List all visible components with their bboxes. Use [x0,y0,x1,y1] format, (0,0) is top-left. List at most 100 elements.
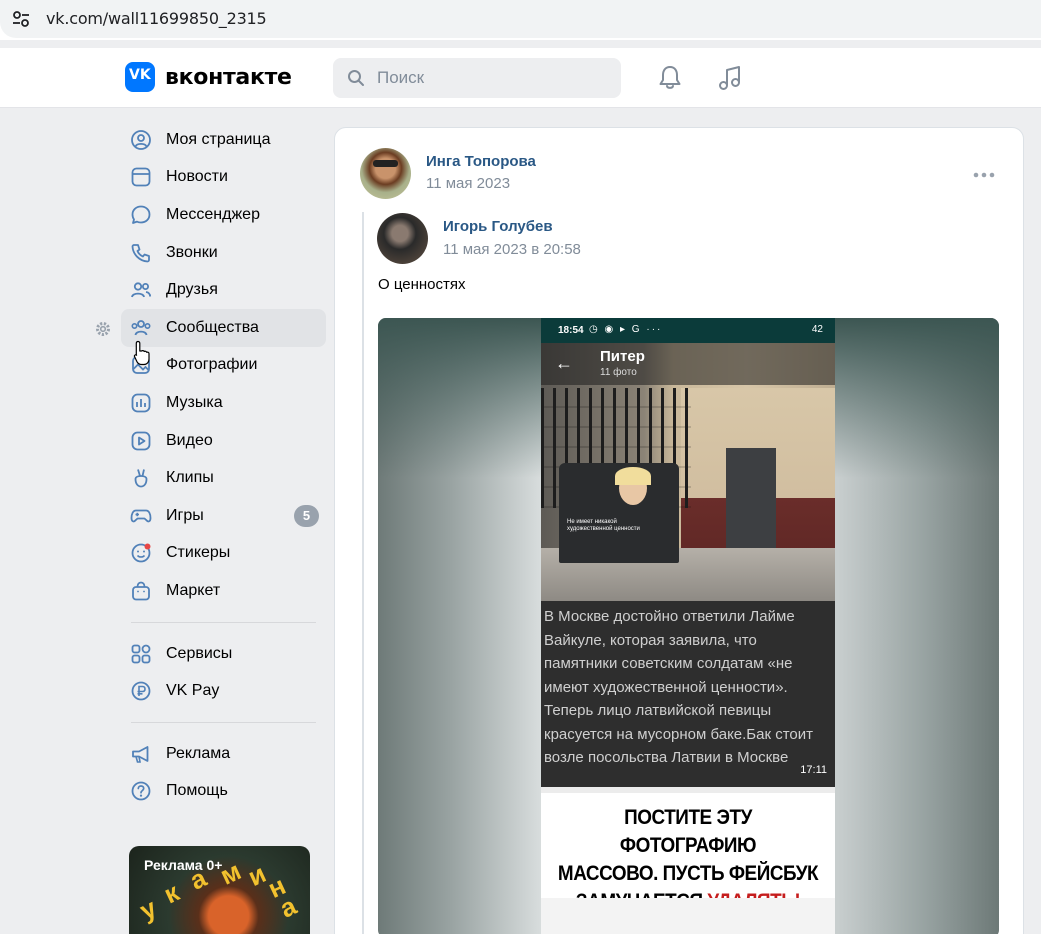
services-icon [131,644,151,663]
nav-label: Помощь [166,782,228,800]
search-box[interactable] [333,58,621,98]
nav-label: Друзья [166,281,218,299]
clips-icon [134,469,148,488]
nav-label: Музыка [166,393,223,411]
nav-item-messenger[interactable]: Мессенджер [121,196,326,234]
communities-icon [131,319,151,336]
phone-screenshot: Не имеет никакой художественной ценности… [541,318,835,934]
nav-item-vkpay[interactable]: VK Pay [121,672,326,710]
stickers-icon [131,543,151,563]
help-icon [131,781,151,801]
nav-label: Стикеры [166,544,231,562]
post-photo[interactable]: Не имеет никакой художественной ценности… [378,318,999,934]
search-icon [348,70,364,86]
nav-label: Моя страница [166,130,271,148]
browser-address-bar: vk.com/wall11699850_2315 [0,0,1041,40]
post-author-name[interactable]: Инга Топорова [426,153,536,170]
nav-divider [131,721,316,723]
games-count-badge: 5 [294,504,319,527]
nav-item-help[interactable]: Помощь [121,773,326,811]
search-input[interactable] [377,58,607,98]
nav-label: Новости [166,168,228,186]
phone-status-bar: 18:54 ◷ ◉ ▸ G ··· 42 [541,318,835,343]
vk-logo[interactable]: VK вконтакте [125,62,292,92]
repost-date[interactable]: 11 мая 2023 в 20:58 [443,241,581,258]
album-count: 11 фото [600,367,637,378]
nav-label: Видео [166,431,213,449]
nav-item-games[interactable]: Игры 5 [121,497,326,535]
nav-item-stickers[interactable]: Стикеры [121,535,326,573]
gear-icon[interactable] [94,320,112,338]
status-icons: ◷ ◉ ▸ G ··· [589,324,663,335]
article-text: В Москве достойно ответили Лайме Вайкуле… [544,608,814,766]
left-nav: Моя страница Новости Мессенджер Звонки Д… [121,121,326,810]
album-title: Питер [600,348,645,365]
nav-item-communities[interactable]: Сообщества [121,308,326,347]
ad-banner[interactable]: у к а м и н а Реклама 0+ [129,846,310,934]
nav-item-my-page[interactable]: Моя страница [121,121,326,159]
more-options-icon[interactable] [973,172,995,178]
nav-label: VK Pay [166,682,220,700]
post-date[interactable]: 11 мая 2023 [426,175,510,192]
nav-item-market[interactable]: Маркет [121,572,326,610]
music-icon [131,393,151,413]
bin-caption: Не имеет никакой художественной ценности [567,519,640,533]
ad-word-letter: а [275,890,301,924]
nav-label: Клипы [166,469,214,487]
music-note-icon[interactable] [716,64,744,92]
ad-label: Реклама 0+ [144,857,223,873]
nav-label: Фотографии [166,356,258,374]
meme-line-1: ПОСТИТЕ ЭТУ ФОТОГРАФИЮ [619,806,757,857]
post-card: Инга Топорова 11 мая 2023 Игорь Голубев … [334,127,1024,934]
ad-word-letter: к [159,876,184,910]
repost-author-name[interactable]: Игорь Голубев [443,218,553,235]
nav-item-services[interactable]: Сервисы [121,635,326,673]
vk-logo-text: вконтакте [165,64,292,90]
trash-bin: Не имеет никакой художественной ценности [559,463,679,563]
meme-line-2: МАССОВО. ПУСТЬ ФЕЙСБУК [557,862,819,885]
nav-item-music[interactable]: Музыка [121,384,326,422]
nav-item-video[interactable]: Видео [121,422,326,460]
market-icon [132,581,150,601]
user-circle-icon [131,129,151,150]
vk-logo-icon: VK [125,62,155,92]
nav-item-photos[interactable]: Фотографии [121,347,326,385]
nav-label: Реклама [166,744,231,762]
nav-item-news[interactable]: Новости [121,159,326,197]
ad-word-letter: у [135,892,161,926]
site-settings-icon[interactable] [12,10,30,28]
vkpay-icon [131,681,151,701]
video-icon [131,431,151,450]
friends-icon [131,282,152,298]
nav-label: Мессенджер [166,205,260,223]
address-pill[interactable]: vk.com/wall11699850_2315 [0,0,1041,38]
video-time: 17:11 [800,763,827,776]
status-battery: 42 [811,324,823,335]
phone-icon [131,243,150,262]
nav-label: Игры [166,506,204,524]
album-header: ← Питер 11 фото [541,343,835,385]
hand-cursor-icon [133,340,150,366]
phone-nav-bar [541,898,835,934]
article-text-block: В Москве достойно ответили Лайме Вайкуле… [541,601,835,787]
meme-caption: ПОСТИТЕ ЭТУ ФОТОГРАФИЮ МАССОВО. ПУСТЬ ФЕ… [541,787,835,913]
nav-item-calls[interactable]: Звонки [121,234,326,272]
bell-icon[interactable] [656,64,684,92]
nav-item-ads[interactable]: Реклама [121,735,326,773]
author-avatar[interactable] [360,148,411,199]
repost-author-avatar[interactable] [377,213,428,264]
nav-label: Звонки [166,243,218,261]
nav-item-friends[interactable]: Друзья [121,271,326,309]
games-icon [130,509,152,523]
nav-label: Сообщества [166,318,259,336]
nav-item-clips[interactable]: Клипы [121,459,326,497]
message-icon [131,205,151,224]
nav-divider [131,621,316,623]
newsfeed-icon [131,167,151,187]
repost-indicator-line [362,212,364,934]
url-text[interactable]: vk.com/wall11699850_2315 [46,9,267,28]
nav-label: Маркет [166,581,221,599]
status-time: 18:54 [558,325,584,336]
nav-label: Сервисы [166,644,233,662]
vk-header: VK вконтакте [0,48,1041,108]
